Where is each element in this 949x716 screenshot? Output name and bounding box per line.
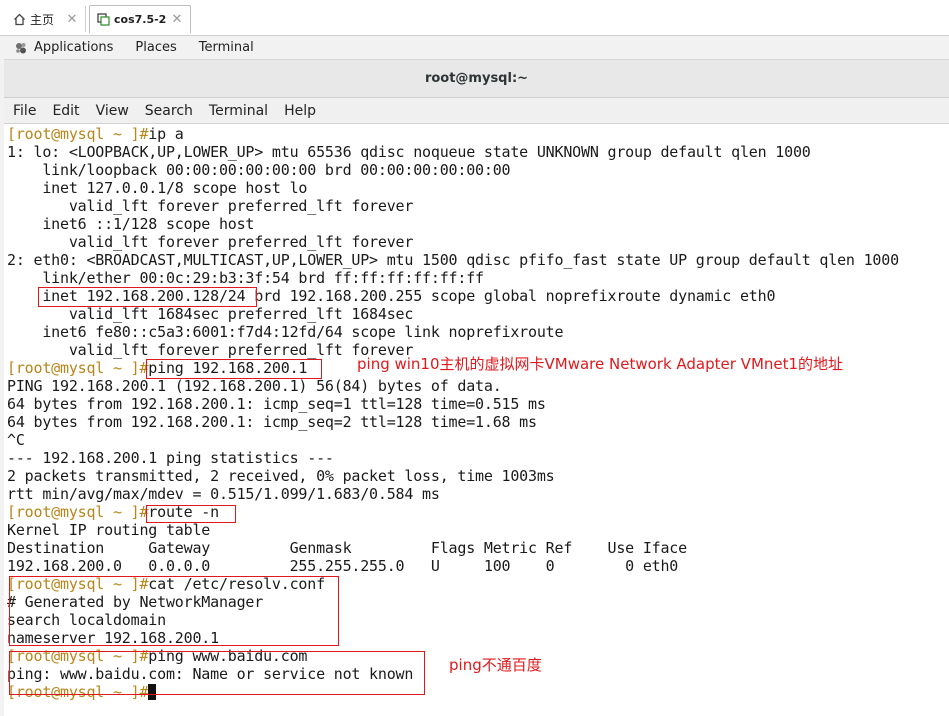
output-text: valid_lft forever preferred_lft forever: [7, 233, 414, 251]
applications-icon: [14, 41, 28, 55]
output-text: inet6 fe80::c5a3:6001:f7d4:12fd/64 scope…: [7, 323, 564, 341]
output-text: inet 127.0.0.1/8 scope host lo: [7, 179, 308, 197]
shell-prompt: [root@mysql ~ ]#: [7, 359, 149, 377]
terminal-line: [root@mysql ~ ]#ping 192.168.200.1: [7, 359, 307, 377]
menu-help[interactable]: Help: [284, 103, 316, 119]
top-panel: Applications Places Terminal: [4, 36, 949, 60]
terminal-line: inet 127.0.0.1/8 scope host lo: [7, 179, 307, 197]
terminal-line: inet6 ::1/128 scope host: [7, 215, 254, 233]
terminal-line: 64 bytes from 192.168.200.1: icmp_seq=2 …: [7, 413, 537, 431]
output-text: 2: eth0: <BROADCAST,MULTICAST,UP,LOWER_U…: [7, 251, 899, 269]
shell-prompt: [root@mysql ~ ]#: [7, 647, 149, 665]
shell-prompt: [root@mysql ~ ]#: [7, 683, 149, 701]
terminal-line: [root@mysql ~ ]#route -n: [7, 503, 219, 521]
output-text: PING 192.168.200.1 (192.168.200.1) 56(84…: [7, 377, 502, 395]
terminal-line: 2: eth0: <BROADCAST,MULTICAST,UP,LOWER_U…: [7, 251, 899, 269]
menu-view[interactable]: View: [96, 103, 129, 119]
terminal-line: inet 192.168.200.128/24 brd 192.168.200.…: [7, 287, 775, 305]
output-text: 2 packets transmitted, 2 received, 0% pa…: [7, 467, 555, 485]
command-text: ip a: [148, 125, 184, 143]
command-text: cat /etc/resolv.conf: [148, 575, 325, 593]
shell-prompt: [root@mysql ~ ]#: [7, 125, 149, 143]
tab-vm[interactable]: cos7.5-2 ✕: [89, 5, 191, 33]
tab-home-label: 主页: [30, 12, 55, 27]
close-icon[interactable]: ✕: [65, 12, 79, 27]
annotation-ping-gateway: ping win10主机的虚拟网卡VMware Network Adapter …: [357, 355, 844, 373]
annotation-ping-baidu: ping不通百度: [449, 656, 542, 674]
terminal-line: 192.168.200.0 0.0.0.0 255.255.255.0 U 10…: [7, 557, 678, 575]
output-text: valid_lft 1684sec preferred_lft 1684sec: [7, 305, 414, 323]
menu-edit[interactable]: Edit: [52, 103, 79, 119]
terminal-line: ^C: [7, 431, 25, 449]
terminal-line: [root@mysql ~ ]#cat /etc/resolv.conf: [7, 575, 325, 593]
output-text: rtt min/avg/max/mdev = 0.515/1.099/1.683…: [7, 485, 440, 503]
command-text: ping www.baidu.com: [148, 647, 308, 665]
output-text: search localdomain: [7, 611, 166, 629]
terminal-line: --- 192.168.200.1 ping statistics ---: [7, 449, 334, 467]
terminal-line: 64 bytes from 192.168.200.1: icmp_seq=1 …: [7, 395, 546, 413]
output-text: Destination Gateway Genmask Flags Metric…: [7, 539, 687, 557]
terminal-line: PING 192.168.200.1 (192.168.200.1) 56(84…: [7, 377, 502, 395]
output-text: 64 bytes from 192.168.200.1: icmp_seq=2 …: [7, 413, 537, 431]
terminal-line: inet6 fe80::c5a3:6001:f7d4:12fd/64 scope…: [7, 323, 563, 341]
output-text: Kernel IP routing table: [7, 521, 211, 539]
output-text: inet 192.168.200.128/24 brd 192.168.200.…: [7, 287, 776, 305]
shell-prompt: [root@mysql ~ ]#: [7, 575, 149, 593]
output-text: valid_lft forever preferred_lft forever: [7, 341, 414, 359]
terminal-line: search localdomain: [7, 611, 166, 629]
terminal-line: link/ether 00:0c:29:b3:3f:54 brd ff:ff:f…: [7, 269, 484, 287]
tab-home[interactable]: 主页 ✕: [6, 6, 86, 32]
output-text: valid_lft forever preferred_lft forever: [7, 197, 414, 215]
terminal-line: 1: lo: <LOOPBACK,UP,LOWER_UP> mtu 65536 …: [7, 143, 811, 161]
text-cursor: [148, 684, 157, 700]
output-text: link/loopback 00:00:00:00:00:00 brd 00:0…: [7, 161, 511, 179]
terminal-line: 2 packets transmitted, 2 received, 0% pa…: [7, 467, 555, 485]
window-title: root@mysql:~: [424, 71, 529, 86]
window-left-edge: [0, 36, 4, 716]
menu-bar: File Edit View Search Terminal Help: [4, 98, 949, 124]
menu-terminal[interactable]: Terminal: [209, 103, 268, 119]
terminal-line: valid_lft forever preferred_lft forever: [7, 197, 414, 215]
terminal-line: valid_lft forever preferred_lft forever: [7, 341, 414, 359]
menu-search[interactable]: Search: [145, 103, 193, 119]
terminal-output[interactable]: [root@mysql ~ ]# ping: www.baidu.com: Nam…: [6, 125, 949, 716]
vm-icon: [96, 13, 110, 27]
terminal-line: Destination Gateway Genmask Flags Metric…: [7, 539, 687, 557]
panel-places-menu[interactable]: Places: [135, 40, 176, 55]
output-text: ^C: [7, 431, 25, 449]
terminal-line: link/loopback 00:00:00:00:00:00 brd 00:0…: [7, 161, 510, 179]
terminal-line: # Generated by NetworkManager: [7, 593, 263, 611]
window-titlebar[interactable]: root@mysql:~: [4, 60, 949, 98]
output-text: --- 192.168.200.1 ping statistics ---: [7, 449, 334, 467]
command-text: route -n: [148, 503, 219, 521]
output-text: 64 bytes from 192.168.200.1: icmp_seq=1 …: [7, 395, 546, 413]
close-icon[interactable]: ✕: [170, 12, 184, 27]
terminal-line: valid_lft 1684sec preferred_lft 1684sec: [7, 305, 414, 323]
host-tab-strip: 主页 ✕ cos7.5-2 ✕: [0, 0, 949, 36]
panel-terminal-menu[interactable]: Terminal: [199, 40, 254, 55]
terminal-line: rtt min/avg/max/mdev = 0.515/1.099/1.683…: [7, 485, 440, 503]
menu-file[interactable]: File: [13, 103, 36, 119]
terminal-line: [root@mysql ~ ]#: [7, 683, 157, 701]
output-text: ping: www.baidu.com: Name or service not…: [7, 665, 414, 683]
home-icon: [12, 12, 26, 26]
terminal-line: nameserver 192.168.200.1: [7, 629, 219, 647]
output-text: link/ether 00:0c:29:b3:3f:54 brd ff:ff:f…: [7, 269, 484, 287]
terminal-line: Kernel IP routing table: [7, 521, 210, 539]
output-text: # Generated by NetworkManager: [7, 593, 264, 611]
tab-vm-label: cos7.5-2: [114, 13, 167, 26]
terminal-line: valid_lft forever preferred_lft forever: [7, 233, 414, 251]
output-text: nameserver 192.168.200.1: [7, 629, 219, 647]
terminal-line: [root@mysql ~ ]#ip a: [7, 125, 184, 143]
shell-prompt: [root@mysql ~ ]#: [7, 503, 149, 521]
output-text: inet6 ::1/128 scope host: [7, 215, 255, 233]
panel-applications-menu[interactable]: Applications: [34, 40, 113, 55]
output-text: 1: lo: <LOOPBACK,UP,LOWER_UP> mtu 65536 …: [7, 143, 811, 161]
terminal-line: [root@mysql ~ ]#ping www.baidu.com: [7, 647, 307, 665]
terminal-line: ping: www.baidu.com: Name or service not…: [7, 665, 413, 683]
command-text: ping 192.168.200.1: [148, 359, 308, 377]
output-text: 192.168.200.0 0.0.0.0 255.255.255.0 U 10…: [7, 557, 679, 575]
